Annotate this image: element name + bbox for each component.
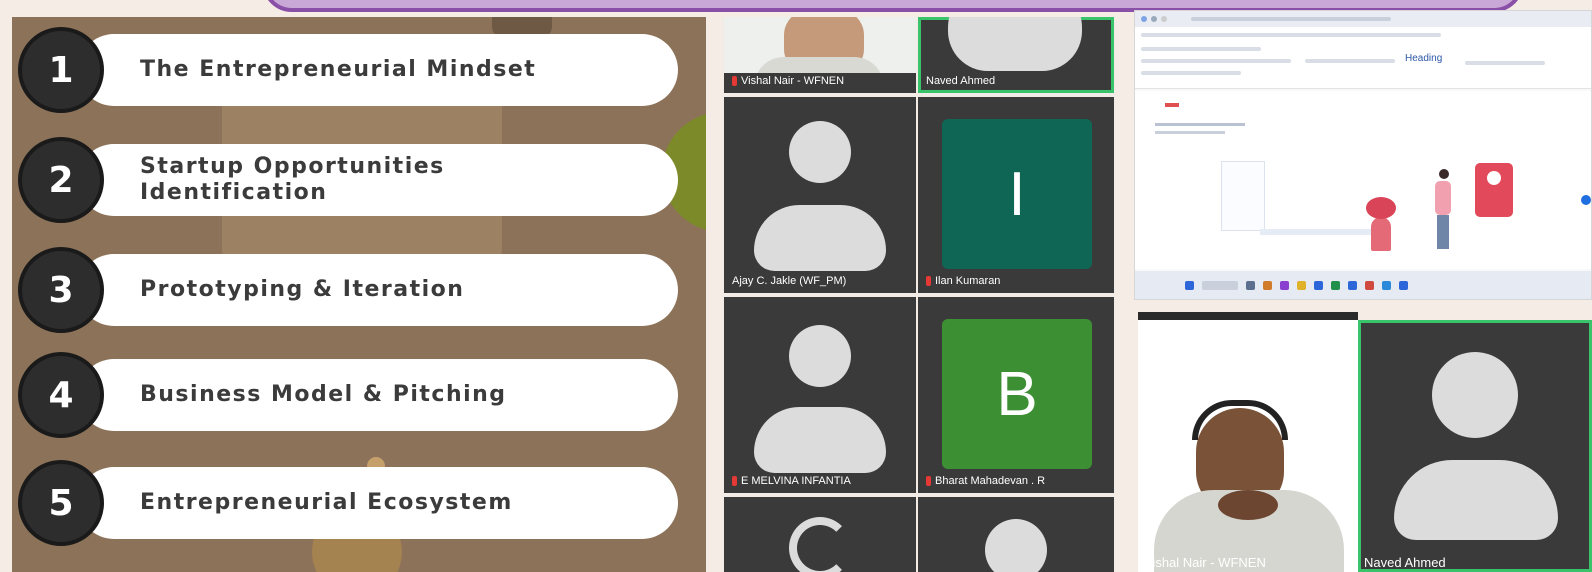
participant-name: Naved Ahmed bbox=[1364, 555, 1446, 570]
avatar bbox=[1394, 460, 1558, 540]
avatar bbox=[789, 517, 851, 572]
shared-screen: Heading bbox=[1134, 10, 1592, 300]
topic-item-3: Prototyping & Iteration 3 bbox=[18, 247, 678, 333]
participant-tile[interactable]: Ajay C. Jakle (WF_PM) bbox=[724, 97, 916, 293]
avatar-letter: B bbox=[942, 319, 1092, 469]
mic-muted-icon bbox=[926, 276, 931, 286]
start-icon[interactable] bbox=[1185, 280, 1194, 290]
topic-number: 5 bbox=[18, 460, 104, 546]
avatar bbox=[948, 17, 1082, 71]
topic-title: The Entrepreneurial Mindset bbox=[140, 57, 537, 82]
app-icon[interactable] bbox=[1246, 280, 1255, 290]
app-icon[interactable] bbox=[1382, 280, 1391, 290]
participant-name: Vishal Nair - WFNEN bbox=[1144, 555, 1266, 570]
participant-tile[interactable]: Vishal Nair - WFNEN bbox=[1138, 312, 1358, 572]
app-icon bbox=[1161, 16, 1167, 22]
avatar bbox=[789, 325, 851, 387]
avatar-letter: I bbox=[942, 119, 1092, 269]
topic-number: 3 bbox=[18, 247, 104, 333]
app-icon bbox=[1151, 16, 1157, 22]
participant-tile[interactable]: Naved Ahmed bbox=[1358, 320, 1592, 572]
topic-pill: The Entrepreneurial Mindset bbox=[78, 34, 678, 106]
doc-line bbox=[1155, 131, 1225, 134]
topic-title: Startup Opportunities Identification bbox=[140, 154, 445, 205]
window-title-bar-text bbox=[1191, 17, 1391, 21]
participant-name: Ajay C. Jakle (WF_PM) bbox=[732, 275, 847, 287]
doc-line bbox=[1155, 123, 1245, 126]
ribbon-row bbox=[1465, 61, 1545, 65]
search-box[interactable] bbox=[1202, 280, 1238, 290]
doc-line bbox=[1260, 229, 1380, 235]
topic-pill: Entrepreneurial Ecosystem bbox=[78, 467, 678, 539]
ribbon-toolbar: Heading bbox=[1135, 27, 1591, 89]
help-icon[interactable] bbox=[1581, 195, 1591, 205]
topic-title: Entrepreneurial Ecosystem bbox=[140, 490, 513, 515]
app-icon[interactable] bbox=[1399, 280, 1408, 290]
participant-name: Ilan Kumaran bbox=[926, 275, 1000, 287]
illustration-person bbox=[1435, 181, 1451, 215]
topic-item-1: The Entrepreneurial Mindset 1 bbox=[18, 27, 678, 113]
style-heading: Heading bbox=[1405, 53, 1443, 64]
app-icon[interactable] bbox=[1314, 280, 1323, 290]
participant-tile[interactable]: E MELVINA INFANTIA bbox=[724, 297, 916, 493]
ribbon-row bbox=[1141, 71, 1241, 75]
participant-name: E MELVINA INFANTIA bbox=[732, 475, 851, 487]
taskbar bbox=[1135, 271, 1591, 299]
illustration-plant bbox=[1371, 217, 1391, 251]
participant-tile[interactable]: Vishal Nair - WFNEN bbox=[724, 17, 916, 93]
participant-tile[interactable]: Naved Ahmed bbox=[918, 17, 1114, 93]
topic-pill: Startup Opportunities Identification bbox=[78, 144, 678, 216]
topic-number: 1 bbox=[18, 27, 104, 113]
ribbon-row bbox=[1141, 47, 1261, 51]
topic-item-2: Startup Opportunities Identification 2 bbox=[18, 137, 678, 223]
participant-tile[interactable]: I Ilan Kumaran bbox=[918, 97, 1114, 293]
topic-number: 2 bbox=[18, 137, 104, 223]
mic-muted-icon bbox=[926, 476, 931, 486]
avatar bbox=[789, 121, 851, 183]
document-page bbox=[1135, 91, 1591, 269]
participant-tile[interactable]: B Bharat Mahadevan . R bbox=[918, 297, 1114, 493]
avatar bbox=[985, 519, 1047, 572]
illustration-plant bbox=[1366, 197, 1396, 219]
participant-video bbox=[1138, 320, 1358, 572]
topic-title: Business Model & Pitching bbox=[140, 382, 507, 407]
illustration-person bbox=[1439, 169, 1449, 179]
topic-item-5: Entrepreneurial Ecosystem 5 bbox=[18, 460, 678, 546]
app-icon bbox=[1141, 16, 1147, 22]
app-icon[interactable] bbox=[1263, 280, 1272, 290]
app-icon[interactable] bbox=[1280, 280, 1289, 290]
participant-name: Vishal Nair - WFNEN bbox=[732, 75, 844, 87]
window-titlebar bbox=[1135, 11, 1591, 27]
mic-muted-icon bbox=[732, 76, 737, 86]
ribbon-tabs bbox=[1141, 33, 1441, 37]
topic-number: 4 bbox=[18, 352, 104, 438]
avatar bbox=[754, 407, 886, 473]
participant-tile[interactable] bbox=[724, 497, 916, 572]
illustration-person bbox=[1437, 215, 1449, 249]
doc-logo bbox=[1165, 103, 1179, 107]
participant-grid: Vishal Nair - WFNEN Naved Ahmed Ajay C. … bbox=[722, 17, 1116, 572]
topic-title: Prototyping & Iteration bbox=[140, 277, 465, 302]
avatar bbox=[754, 205, 886, 271]
app-icon[interactable] bbox=[1331, 280, 1340, 290]
dialog-list bbox=[1221, 161, 1265, 231]
topic-pill: Business Model & Pitching bbox=[78, 359, 678, 431]
illustration-avatar bbox=[1487, 171, 1501, 185]
ribbon-row bbox=[1141, 59, 1291, 63]
participant-name: Naved Ahmed bbox=[926, 75, 996, 87]
presentation-slide: The Entrepreneurial Mindset 1 Startup Op… bbox=[12, 17, 706, 572]
participant-tile[interactable] bbox=[918, 497, 1114, 572]
topic-item-4: Business Model & Pitching 4 bbox=[18, 352, 678, 438]
topic-pill: Prototyping & Iteration bbox=[78, 254, 678, 326]
ribbon-row bbox=[1305, 59, 1395, 63]
participant-name: Bharat Mahadevan . R bbox=[926, 475, 1045, 487]
folder-icon[interactable] bbox=[1297, 280, 1306, 290]
avatar bbox=[1432, 352, 1518, 438]
mic-muted-icon bbox=[732, 476, 737, 486]
app-icon[interactable] bbox=[1365, 280, 1374, 290]
word-icon[interactable] bbox=[1348, 280, 1357, 290]
